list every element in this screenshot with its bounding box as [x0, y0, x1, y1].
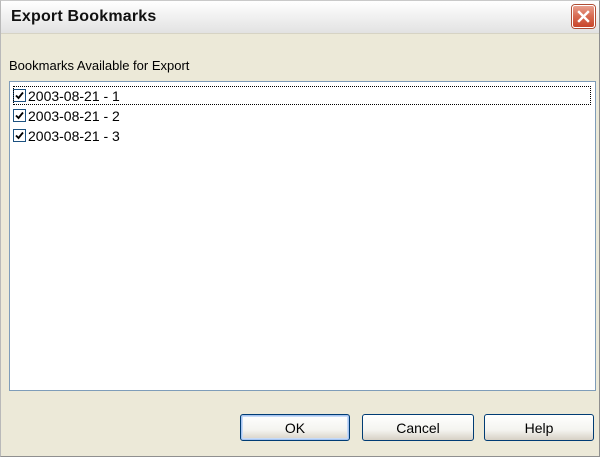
bookmark-label: 2003-08-21 - 3 — [28, 127, 120, 144]
list-item[interactable]: 2003-08-21 - 3 — [13, 126, 120, 145]
bookmark-label: 2003-08-21 - 1 — [28, 87, 120, 104]
bookmarks-listbox[interactable]: 2003-08-21 - 1 2003-08-21 - 2 2003-08-21… — [9, 81, 596, 391]
bookmarks-list-label: Bookmarks Available for Export — [9, 58, 190, 73]
checkmark-icon — [15, 91, 24, 100]
cancel-button[interactable]: Cancel — [362, 414, 474, 441]
title-bar[interactable]: Export Bookmarks — [1, 1, 599, 34]
bookmark-checkbox[interactable] — [13, 109, 26, 122]
bookmark-checkbox[interactable] — [13, 129, 26, 142]
close-icon — [577, 10, 590, 23]
ok-button[interactable]: OK — [240, 414, 350, 441]
bookmark-checkbox[interactable] — [13, 89, 26, 102]
export-bookmarks-dialog: Export Bookmarks Bookmarks Available for… — [0, 0, 600, 457]
help-button[interactable]: Help — [484, 414, 594, 441]
list-item[interactable]: 2003-08-21 - 2 — [13, 106, 120, 125]
checkmark-icon — [15, 131, 24, 140]
list-item[interactable]: 2003-08-21 - 1 — [13, 86, 591, 105]
bookmark-label: 2003-08-21 - 2 — [28, 107, 120, 124]
close-button[interactable] — [572, 5, 595, 28]
dialog-title: Export Bookmarks — [11, 8, 157, 25]
checkmark-icon — [15, 111, 24, 120]
